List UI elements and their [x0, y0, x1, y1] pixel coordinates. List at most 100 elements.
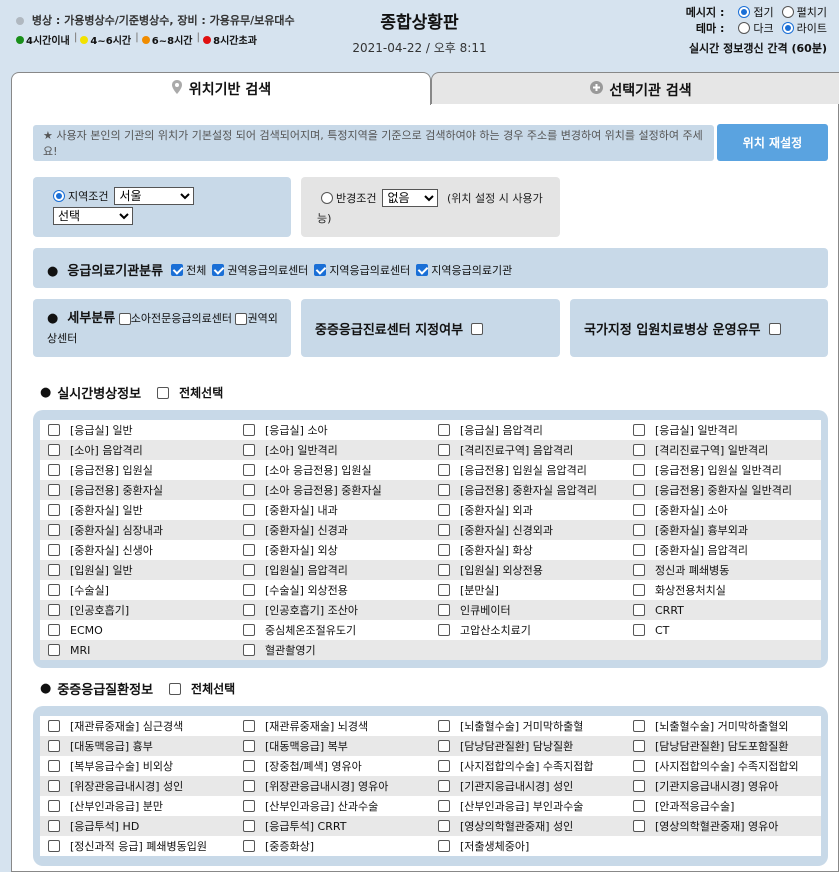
list-item[interactable]: [중환자실] 음압격리	[625, 542, 820, 558]
item-checkbox[interactable]	[633, 760, 645, 772]
item-checkbox[interactable]	[48, 644, 60, 656]
district-select[interactable]: 선택	[53, 207, 133, 225]
list-item[interactable]: [재관류중재술] 심근경색	[40, 718, 235, 734]
item-checkbox[interactable]	[243, 720, 255, 732]
item-checkbox[interactable]	[438, 504, 450, 516]
list-item[interactable]: [중환자실] 흉부외과	[625, 522, 820, 538]
list-item[interactable]: [담낭담관질환] 담낭질환	[430, 738, 625, 754]
list-item[interactable]: [산부인과응급] 부인과수술	[430, 798, 625, 814]
list-item[interactable]: 중심체온조절유도기	[235, 622, 430, 638]
item-checkbox[interactable]	[48, 624, 60, 636]
list-item[interactable]: [소아] 음압격리	[40, 442, 235, 458]
list-item[interactable]: [안과적응급수술]	[625, 798, 820, 814]
list-item[interactable]: [중환자실] 화상	[430, 542, 625, 558]
list-item[interactable]: [인공호흡기] 조산아	[235, 602, 430, 618]
list-item[interactable]: 인큐베이터	[430, 602, 625, 618]
item-checkbox[interactable]	[48, 760, 60, 772]
list-item[interactable]: [중환자실] 신생아	[40, 542, 235, 558]
item-checkbox[interactable]	[243, 604, 255, 616]
item-checkbox[interactable]	[48, 584, 60, 596]
list-item[interactable]: [응급전용] 입원실 일반격리	[625, 462, 820, 478]
item-checkbox[interactable]	[48, 424, 60, 436]
item-checkbox[interactable]	[243, 584, 255, 596]
list-item[interactable]: [기관지응급내시경] 영유아	[625, 778, 820, 794]
item-checkbox[interactable]	[243, 444, 255, 456]
list-item[interactable]: [입원실] 외상전용	[430, 562, 625, 578]
list-item[interactable]: [중환자실] 외상	[235, 542, 430, 558]
list-item[interactable]: [수술실]	[40, 582, 235, 598]
item-checkbox[interactable]	[48, 800, 60, 812]
severe-center-checkbox[interactable]	[471, 322, 484, 335]
item-checkbox[interactable]	[243, 644, 255, 656]
item-checkbox[interactable]	[633, 624, 645, 636]
tab-location-search[interactable]: 위치기반 검색	[11, 72, 431, 105]
list-item[interactable]: [중환자실] 소아	[625, 502, 820, 518]
item-checkbox[interactable]	[633, 800, 645, 812]
list-item[interactable]: [중환자실] 신경외과	[430, 522, 625, 538]
list-item[interactable]: ECMO	[40, 624, 235, 637]
list-item[interactable]: [중환자실] 신경과	[235, 522, 430, 538]
item-checkbox[interactable]	[48, 720, 60, 732]
pediatric-center-checkbox[interactable]	[118, 313, 131, 325]
severe-select-all-checkbox[interactable]	[169, 682, 182, 695]
item-checkbox[interactable]	[633, 604, 645, 616]
item-checkbox[interactable]	[243, 624, 255, 636]
list-item[interactable]: [사지접합의수술] 수족지접합	[430, 758, 625, 774]
list-item[interactable]: [응급실] 일반	[40, 422, 235, 438]
list-item[interactable]: [뇌출혈수술] 거미막하출혈외	[625, 718, 820, 734]
category-regional-center-checkbox[interactable]	[212, 263, 225, 276]
item-checkbox[interactable]	[438, 564, 450, 576]
list-item[interactable]: [장중첩/폐색] 영유아	[235, 758, 430, 774]
item-checkbox[interactable]	[48, 524, 60, 536]
item-checkbox[interactable]	[633, 464, 645, 476]
list-item[interactable]: [영상의학혈관중재] 성인	[430, 818, 625, 834]
item-checkbox[interactable]	[48, 504, 60, 516]
radio-unchecked-icon[interactable]	[738, 22, 751, 34]
item-checkbox[interactable]	[633, 780, 645, 792]
realtime-select-all-checkbox[interactable]	[157, 386, 170, 399]
list-item[interactable]: [기관지응급내시경] 성인	[430, 778, 625, 794]
item-checkbox[interactable]	[48, 544, 60, 556]
item-checkbox[interactable]	[243, 524, 255, 536]
item-checkbox[interactable]	[438, 840, 450, 852]
list-item[interactable]: [산부인과응급] 분만	[40, 798, 235, 814]
list-item[interactable]: [분만실]	[430, 582, 625, 598]
item-checkbox[interactable]	[438, 780, 450, 792]
location-reset-button[interactable]: 위치 재설정	[717, 124, 828, 161]
list-item[interactable]: [사지접합의수술] 수족지접합외	[625, 758, 820, 774]
trauma-center-checkbox[interactable]	[235, 313, 248, 325]
item-checkbox[interactable]	[243, 820, 255, 832]
item-checkbox[interactable]	[48, 780, 60, 792]
radio-checked-icon[interactable]	[738, 6, 751, 18]
item-checkbox[interactable]	[243, 740, 255, 752]
list-item[interactable]: CRRT	[625, 604, 820, 617]
item-checkbox[interactable]	[633, 564, 645, 576]
list-item[interactable]: [산부인과응급] 산과수술	[235, 798, 430, 814]
item-checkbox[interactable]	[48, 820, 60, 832]
item-checkbox[interactable]	[243, 484, 255, 496]
list-item[interactable]: [뇌출혈수술] 거미막하출혈	[430, 718, 625, 734]
item-checkbox[interactable]	[243, 544, 255, 556]
item-checkbox[interactable]	[438, 424, 450, 436]
item-checkbox[interactable]	[438, 720, 450, 732]
item-checkbox[interactable]	[243, 464, 255, 476]
list-item[interactable]: [인공호흡기]	[40, 602, 235, 618]
list-item[interactable]: [중증화상]	[235, 838, 430, 854]
item-checkbox[interactable]	[438, 800, 450, 812]
item-checkbox[interactable]	[633, 720, 645, 732]
item-checkbox[interactable]	[633, 740, 645, 752]
item-checkbox[interactable]	[438, 464, 450, 476]
region-radio[interactable]	[53, 190, 65, 202]
tab-selected-search[interactable]: 선택기관 검색	[431, 72, 839, 106]
item-checkbox[interactable]	[438, 444, 450, 456]
item-checkbox[interactable]	[243, 504, 255, 516]
category-local-institution-checkbox[interactable]	[416, 263, 429, 276]
item-checkbox[interactable]	[633, 584, 645, 596]
list-item[interactable]: [수술실] 외상전용	[235, 582, 430, 598]
list-item[interactable]: [응급전용] 중환자실 음압격리	[430, 482, 625, 498]
item-checkbox[interactable]	[48, 740, 60, 752]
item-checkbox[interactable]	[633, 484, 645, 496]
item-checkbox[interactable]	[243, 800, 255, 812]
item-checkbox[interactable]	[438, 584, 450, 596]
city-select[interactable]: 서울	[114, 187, 195, 205]
